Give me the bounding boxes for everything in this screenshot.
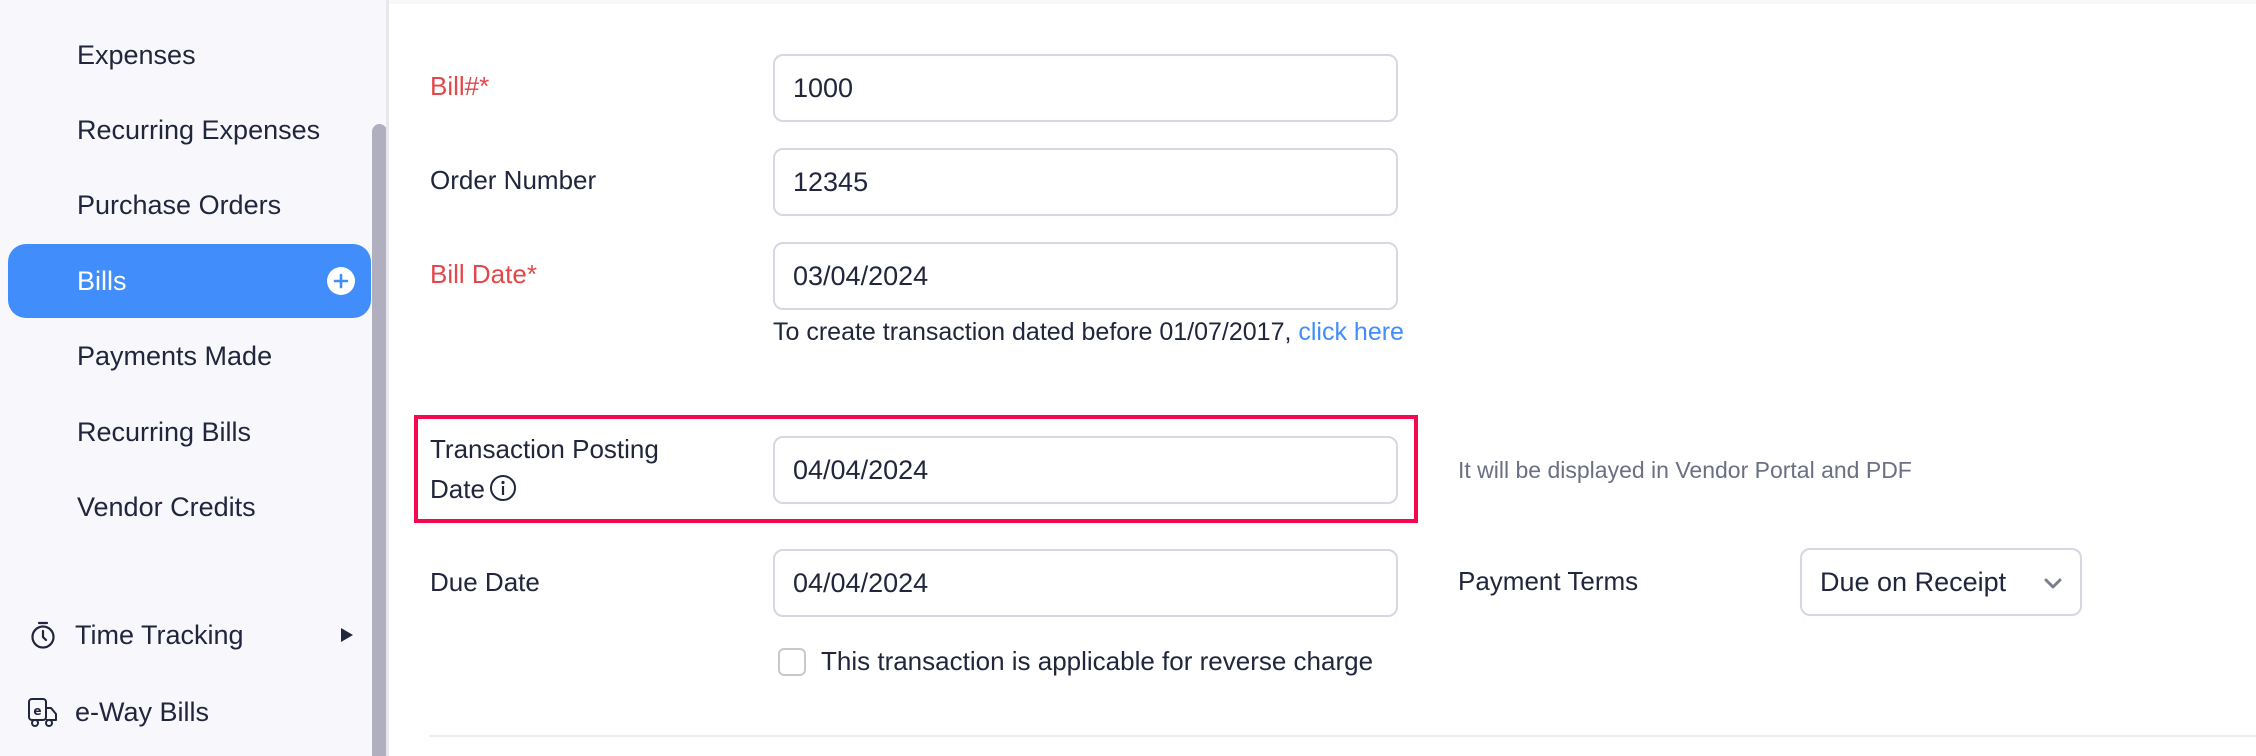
plus-circle-icon[interactable] bbox=[327, 267, 355, 295]
sidebar-group-time-tracking[interactable]: Time Tracking bbox=[0, 605, 371, 665]
chevron-down-icon bbox=[2044, 578, 2062, 589]
bill-date-input[interactable]: 03/04/2024 bbox=[773, 242, 1398, 310]
bill-number-label: Bill#* bbox=[430, 71, 490, 101]
sidebar-item-bills[interactable]: Bills bbox=[8, 244, 371, 318]
sidebar-item-label: Purchase Orders bbox=[77, 189, 282, 220]
bill-date-value: 03/04/2024 bbox=[793, 260, 929, 291]
order-number-input[interactable]: 12345 bbox=[773, 148, 1398, 216]
reverse-charge-checkbox[interactable] bbox=[778, 647, 806, 676]
sidebar-item-expenses[interactable]: Expenses bbox=[8, 18, 371, 92]
payment-terms-label: Payment Terms bbox=[1458, 566, 1639, 596]
bill-date-hint: To create transaction dated before 01/07… bbox=[773, 313, 1413, 351]
due-date-label: Due Date bbox=[430, 567, 540, 597]
sidebar-group-eway-bills[interactable]: e e-Way Bills bbox=[0, 682, 371, 742]
click-here-link[interactable]: click here bbox=[1298, 318, 1404, 346]
sidebar-item-label: Recurring Expenses bbox=[77, 114, 321, 145]
reverse-charge-label: This transaction is applicable for rever… bbox=[821, 646, 1374, 676]
sidebar-item-purchase-orders[interactable]: Purchase Orders bbox=[8, 168, 371, 242]
section-divider bbox=[429, 735, 2256, 737]
posting-date-value: 04/04/2024 bbox=[793, 454, 929, 485]
order-number-value: 12345 bbox=[793, 166, 869, 197]
sidebar-group-label: e-Way Bills bbox=[75, 696, 210, 727]
order-number-label: Order Number bbox=[430, 165, 597, 195]
svg-text:e: e bbox=[33, 704, 41, 718]
posting-date-label: Transaction Posting Date bbox=[430, 429, 690, 509]
bill-number-input[interactable]: 1000 bbox=[773, 54, 1398, 122]
sidebar-item-recurring-expenses[interactable]: Recurring Expenses bbox=[8, 93, 371, 167]
sidebar-item-label: Vendor Credits bbox=[77, 491, 256, 522]
sidebar-item-recurring-bills[interactable]: Recurring Bills bbox=[8, 395, 371, 469]
sidebar-scrollbar[interactable] bbox=[372, 124, 387, 756]
bill-date-hint-text: To create transaction dated before 01/07… bbox=[773, 318, 1299, 346]
sidebar-item-label: Recurring Bills bbox=[77, 416, 252, 447]
eway-truck-icon: e bbox=[28, 698, 57, 727]
bill-number-value: 1000 bbox=[793, 72, 854, 103]
sidebar: Expenses Recurring Expenses Purchase Ord… bbox=[0, 0, 388, 756]
sidebar-item-label: Payments Made bbox=[77, 340, 273, 371]
top-strip bbox=[389, 0, 2256, 4]
caret-right-icon[interactable] bbox=[340, 627, 354, 643]
due-date-value: 04/04/2024 bbox=[793, 567, 929, 598]
posting-date-input[interactable]: 04/04/2024 bbox=[773, 436, 1398, 504]
sidebar-item-label: Expenses bbox=[77, 39, 196, 70]
reverse-charge-row[interactable]: This transaction is applicable for rever… bbox=[778, 646, 1373, 677]
sidebar-group-label: Time Tracking bbox=[75, 619, 244, 650]
payment-terms-select[interactable]: Due on Receipt bbox=[1800, 548, 2082, 616]
posting-date-note: It will be displayed in Vendor Portal an… bbox=[1458, 457, 1912, 483]
sidebar-item-vendor-credits[interactable]: Vendor Credits bbox=[8, 470, 371, 544]
sidebar-item-label: Bills bbox=[77, 265, 127, 296]
sidebar-item-payments-made[interactable]: Payments Made bbox=[8, 319, 371, 393]
info-icon[interactable] bbox=[489, 474, 517, 502]
stopwatch-icon bbox=[31, 621, 55, 649]
due-date-input[interactable]: 04/04/2024 bbox=[773, 549, 1398, 617]
sidebar-divider bbox=[386, 0, 389, 756]
posting-date-label-text: Transaction Posting Date bbox=[430, 434, 659, 504]
bill-date-label: Bill Date* bbox=[430, 259, 537, 289]
payment-terms-value: Due on Receipt bbox=[1820, 566, 2007, 597]
